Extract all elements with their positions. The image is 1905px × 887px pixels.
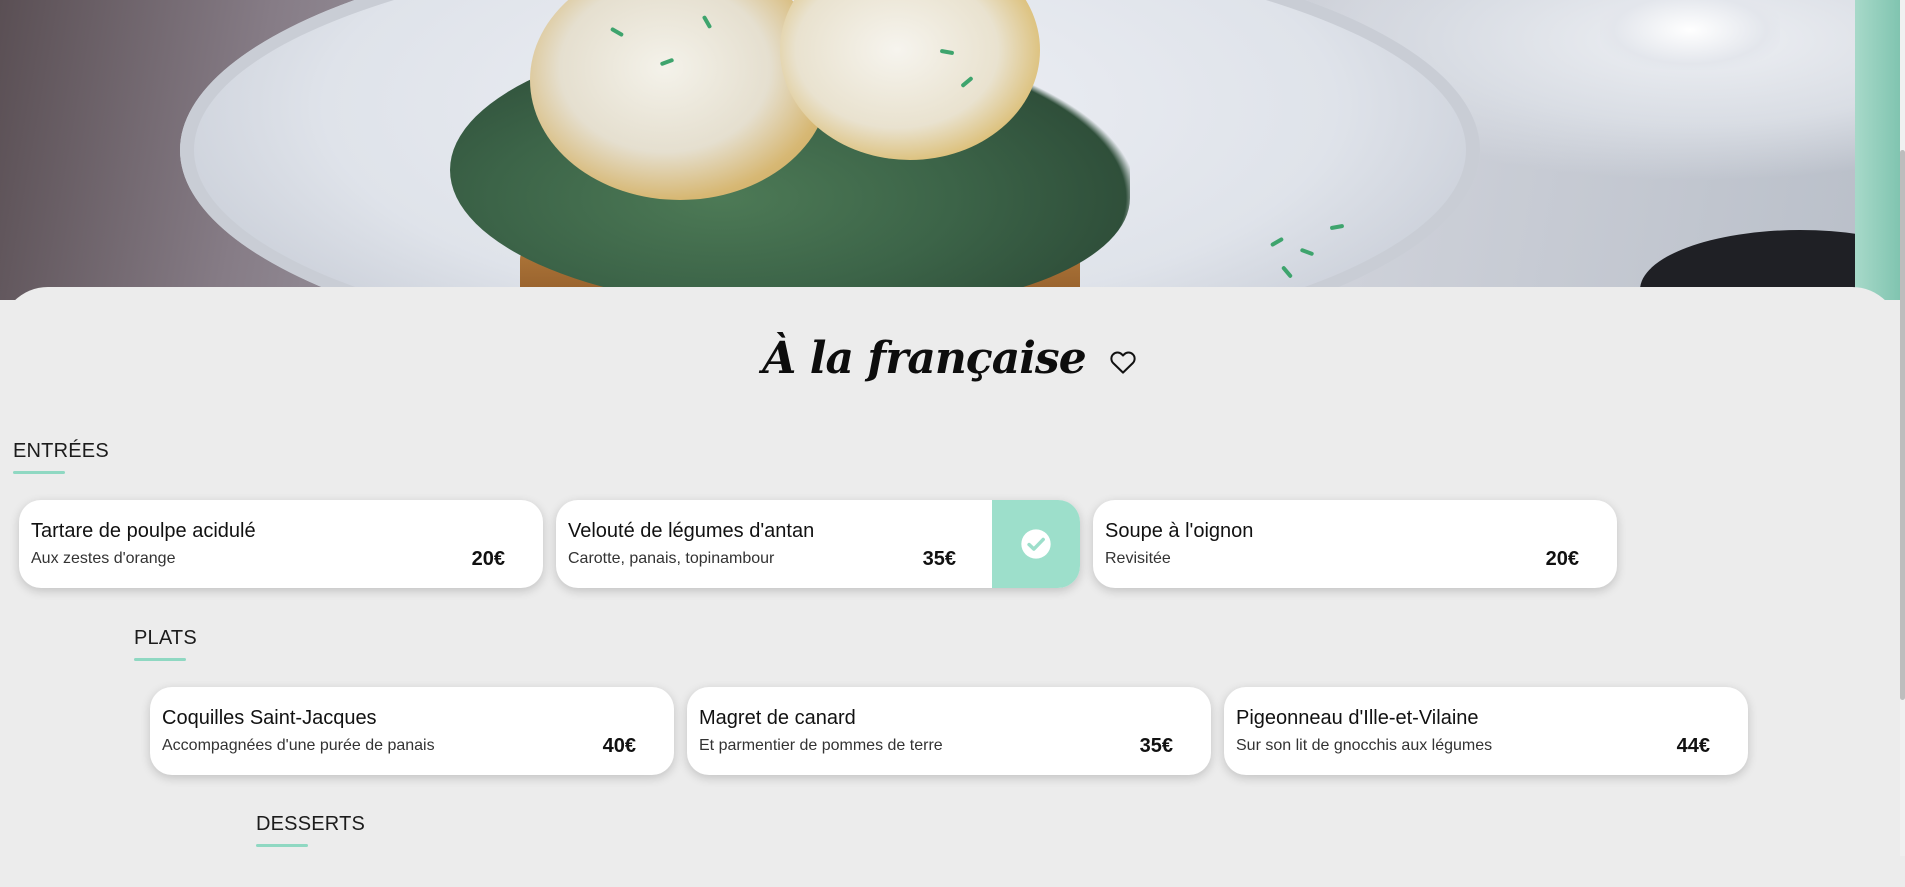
- glass-reflection: [1600, 0, 1780, 70]
- section-label: PLATS: [134, 627, 197, 649]
- title-row: À la française: [0, 330, 1900, 386]
- item-price: 44€: [1676, 735, 1710, 757]
- scrollbar[interactable]: [1900, 0, 1905, 856]
- item-name: Pigeonneau d'Ille-et-Vilaine: [1236, 707, 1479, 729]
- green-glass: [1855, 0, 1905, 300]
- menu-item-card[interactable]: Magret de canard Et parmentier de pommes…: [687, 687, 1211, 775]
- item-price: 35€: [1139, 735, 1173, 757]
- item-name: Magret de canard: [699, 707, 856, 729]
- section-underline: [256, 844, 308, 847]
- section-plats: PLATS: [134, 627, 197, 661]
- section-label: ENTRÉES: [13, 440, 109, 462]
- item-description: Sur son lit de gnocchis aux légumes: [1236, 737, 1493, 754]
- item-description: Et parmentier de pommes de terre: [699, 737, 943, 754]
- item-price: 40€: [602, 735, 636, 757]
- section-desserts: DESSERTS: [256, 813, 366, 847]
- menu-item-card[interactable]: Soupe à l'oignon Revisitée 20€: [1093, 500, 1617, 588]
- menu-item-card-selected[interactable]: Velouté de légumes d'antan Carotte, pana…: [556, 500, 1080, 588]
- scrollbar-thumb[interactable]: [1900, 150, 1905, 700]
- hero-image: [0, 0, 1905, 300]
- item-name: Velouté de légumes d'antan: [568, 520, 815, 542]
- heart-icon[interactable]: [1108, 347, 1138, 377]
- item-description: Carotte, panais, topinambour: [568, 550, 775, 567]
- item-description: Revisitée: [1105, 550, 1171, 567]
- section-entrees: ENTRÉES: [13, 440, 109, 474]
- section-underline: [13, 471, 65, 474]
- menu-item-card[interactable]: Pigeonneau d'Ille-et-Vilaine Sur son lit…: [1224, 687, 1748, 775]
- section-underline: [134, 658, 186, 661]
- item-name: Soupe à l'oignon: [1105, 520, 1254, 542]
- item-description: Aux zestes d'orange: [31, 550, 176, 567]
- check-circle-icon: [1021, 529, 1051, 559]
- item-price: 20€: [1545, 548, 1579, 570]
- item-name: Coquilles Saint-Jacques: [162, 707, 377, 729]
- item-price: 35€: [922, 548, 956, 570]
- section-label: DESSERTS: [256, 813, 366, 835]
- menu-item-card[interactable]: Coquilles Saint-Jacques Accompagnées d'u…: [150, 687, 674, 775]
- item-name: Tartare de poulpe acidulé: [31, 520, 256, 542]
- item-description: Accompagnées d'une purée de panais: [162, 737, 435, 754]
- item-price: 20€: [471, 548, 505, 570]
- page-title: À la française: [762, 332, 1086, 384]
- menu-item-card[interactable]: Tartare de poulpe acidulé Aux zestes d'o…: [19, 500, 543, 588]
- selected-indicator[interactable]: [992, 500, 1080, 588]
